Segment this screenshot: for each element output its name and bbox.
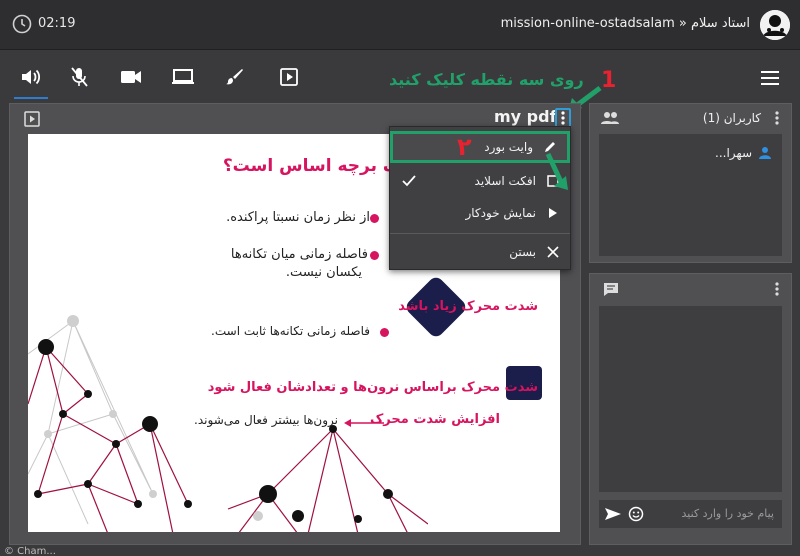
annotation-arrow-2 xyxy=(540,150,570,192)
chat-panel: پیام خود را وارد کنید xyxy=(589,273,792,545)
bullet-dot xyxy=(370,214,379,223)
session-timer: 02:19 xyxy=(38,16,76,31)
annotation-step1-text: روی سه نقطه کلیک کنید xyxy=(389,70,584,89)
screen-share-icon[interactable] xyxy=(170,65,196,89)
clock-icon xyxy=(12,14,32,34)
users-kebab-icon[interactable] xyxy=(775,111,779,125)
slide-arrow-icon xyxy=(344,418,384,428)
users-panel: کاربران (1) سهرا... xyxy=(589,103,792,263)
slide-bullet-2-line1: فاصله زمانی میان تکانه‌ها xyxy=(230,247,368,262)
camera-icon[interactable] xyxy=(118,65,144,89)
users-group-icon xyxy=(600,111,620,125)
meeting-title: mission-online-ostadsalam » استاد سلام xyxy=(500,16,750,31)
slide-heading-3: شدت محرک براساس نرون‌ها و تعدادشان فعال … xyxy=(207,380,538,395)
footer-copyright: © Cham... xyxy=(4,546,56,556)
users-title: کاربران (1) xyxy=(702,111,761,125)
slide-arrow-label: افزایش شدت محرک xyxy=(370,412,500,427)
chat-icon xyxy=(603,282,619,297)
slide-heading-2: شدت محرک زیاد باشد xyxy=(398,299,538,314)
bullet-dot xyxy=(370,251,379,260)
slide-bullet-1: از نظر زمان نسبتا پراکنده. xyxy=(226,210,370,225)
user-icon xyxy=(758,146,772,160)
emoji-icon[interactable] xyxy=(628,506,644,522)
menu-item-close[interactable]: بستن xyxy=(390,236,570,268)
kebab-menu-button[interactable] xyxy=(555,108,571,128)
presentation-media-icon[interactable] xyxy=(24,111,40,127)
annotation-step2-number: ۲ xyxy=(457,133,472,161)
chat-messages xyxy=(599,306,782,492)
menu-divider xyxy=(390,233,570,234)
check-icon xyxy=(400,172,418,190)
speaker-icon[interactable] xyxy=(14,65,48,99)
bullet-dot xyxy=(380,328,389,337)
slide-bullet-3: فاصله زمانی تکانه‌ها ثابت است. xyxy=(211,324,370,338)
play-triangle-icon xyxy=(544,204,562,222)
hamburger-menu-icon[interactable] xyxy=(760,71,780,85)
chat-kebab-icon[interactable] xyxy=(775,282,779,296)
user-name[interactable]: سهرا... xyxy=(715,146,752,160)
slide-bullet-2-line2: یکسان نیست. xyxy=(285,265,362,280)
mic-off-icon[interactable] xyxy=(66,65,92,89)
chat-input[interactable]: پیام خود را وارد کنید xyxy=(681,507,774,520)
users-list: سهرا... xyxy=(599,134,782,256)
menu-item-autoplay[interactable]: نمایش خودکار xyxy=(390,197,570,229)
presentation-options-menu: وایت بورد افکت اسلاید نمایش خودکار بستن xyxy=(389,126,571,270)
top-bar: 02:19 mission-online-ostadsalam » استاد … xyxy=(0,0,800,50)
avatar[interactable] xyxy=(760,10,790,40)
send-icon[interactable] xyxy=(604,507,622,521)
slide-arrow-text: نرون‌ها بیشتر فعال می‌شوند. xyxy=(194,413,338,427)
close-icon xyxy=(544,243,562,261)
presentation-title: my pdf xyxy=(494,107,557,126)
brush-icon[interactable] xyxy=(222,65,248,89)
chat-input-bar: پیام خود را وارد کنید xyxy=(599,500,782,528)
media-play-icon[interactable] xyxy=(276,65,302,89)
